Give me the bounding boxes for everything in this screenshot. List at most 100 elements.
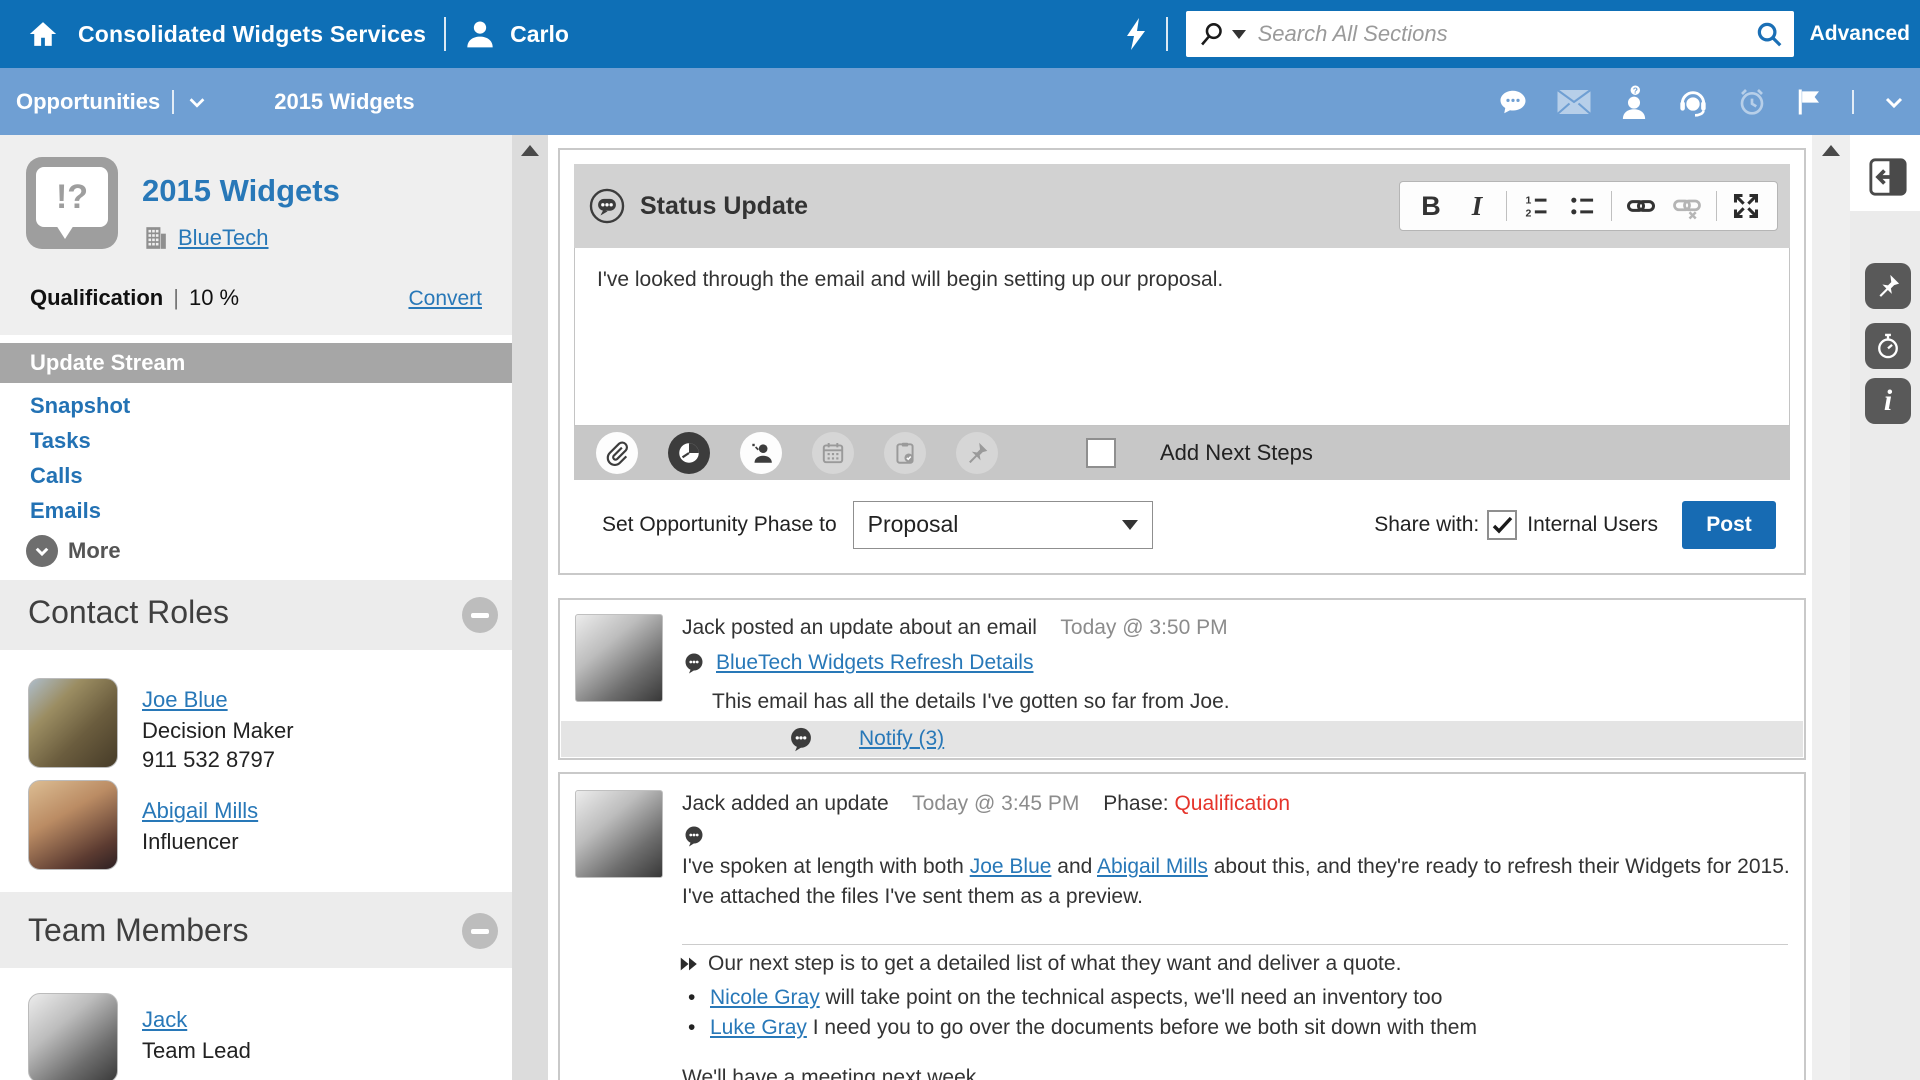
member-link-luke-gray[interactable]: Luke Gray [710, 1016, 807, 1039]
contact-phone: 911 532 8797 [142, 747, 275, 773]
phase-percent: 10 % [189, 285, 239, 311]
chevron-down-icon[interactable] [1882, 90, 1906, 114]
home-icon[interactable] [28, 19, 58, 49]
module-menu[interactable]: Opportunities [16, 89, 160, 115]
app-title: Consolidated Widgets Services [78, 21, 426, 48]
advanced-search-link[interactable]: Advanced [1810, 22, 1910, 46]
team-members-title: Team Members [28, 912, 249, 949]
opportunity-logo-icon: !? [26, 157, 118, 249]
sidebar-item-snapshot[interactable]: Snapshot [30, 393, 130, 419]
user-icon[interactable] [464, 18, 496, 50]
status-update-input[interactable]: I've looked through the email and will b… [574, 248, 1790, 426]
user-name[interactable]: Carlo [510, 21, 569, 48]
stream-entry-email-update: Jack posted an update about an email Tod… [558, 598, 1806, 760]
caret-down-icon [1122, 520, 1138, 530]
add-next-steps-label: Add Next Steps [1160, 440, 1313, 466]
avatar-abigail-mills[interactable] [28, 780, 118, 870]
sidebar-item-calls[interactable]: Calls [30, 463, 83, 489]
entry-headline: Jack added an update Today @ 3:45 PM Pha… [682, 792, 1290, 816]
calendar-icon[interactable] [812, 432, 854, 474]
divider [1166, 17, 1168, 51]
caret-down-icon[interactable] [1232, 30, 1246, 39]
contact-link-joe-blue[interactable]: Joe Blue [142, 687, 228, 713]
pushpin-icon[interactable] [956, 432, 998, 474]
avatar-joe-blue[interactable] [28, 678, 118, 768]
avatar-jack[interactable] [28, 993, 118, 1080]
collapse-panel-icon[interactable] [1861, 150, 1915, 204]
stream-entry-added-update: Jack added an update Today @ 3:45 PM Pha… [558, 772, 1806, 1080]
entry-more-text: We'll have a meeting next week [682, 1066, 976, 1080]
record-sidebar: !? 2015 Widgets BlueTech Qualification |… [0, 135, 512, 1080]
update-stream-main: Status Update B I 12 [548, 135, 1812, 1080]
contact-role: Influencer [142, 829, 239, 855]
clock-icon[interactable] [668, 432, 710, 474]
modulebar-icons: ? [1496, 85, 1920, 119]
avatar-jack[interactable] [575, 790, 663, 878]
alarm-clock-icon[interactable] [1736, 86, 1768, 118]
divider [682, 944, 1788, 945]
italic-button[interactable]: I [1454, 186, 1500, 226]
contact-roles-section-header: Contact Roles [0, 580, 512, 650]
module-chevron-down-icon[interactable] [186, 91, 208, 113]
team-members-section-header: Team Members [0, 892, 512, 968]
member-role: Team Lead [142, 1038, 251, 1064]
search-icon[interactable] [1754, 19, 1784, 49]
attachment-toolbar: Add Next Steps [574, 426, 1790, 480]
add-next-steps-checkbox[interactable] [1086, 438, 1116, 468]
account-link[interactable]: BlueTech [178, 225, 269, 251]
collapse-contact-roles-button[interactable] [462, 597, 498, 633]
unlink-icon[interactable] [1664, 186, 1710, 226]
logo-glyph: !? [36, 167, 108, 227]
member-link-jack[interactable]: Jack [142, 1007, 187, 1033]
chat-bubble-icon [787, 725, 815, 753]
link-icon[interactable] [1618, 186, 1664, 226]
next-step-row: Our next step is to get a detailed list … [678, 952, 1401, 976]
contact-link-abigail-mills[interactable]: Abigail Mills [142, 798, 258, 824]
phase-select[interactable]: Proposal [853, 501, 1153, 549]
bold-button[interactable]: B [1408, 186, 1454, 226]
task-check-icon[interactable] [884, 432, 926, 474]
convert-link[interactable]: Convert [408, 287, 482, 311]
user-question-icon[interactable]: ? [1618, 85, 1650, 119]
mention-person-icon[interactable] [740, 432, 782, 474]
record-header: !? 2015 Widgets BlueTech Qualification |… [0, 135, 512, 335]
scroll-up-icon[interactable] [1822, 145, 1840, 156]
search-box [1186, 11, 1794, 57]
sidebar-item-more[interactable]: More [26, 535, 121, 567]
bullet-list-icon[interactable] [1559, 186, 1605, 226]
avatar-jack[interactable] [575, 614, 663, 702]
search-scope-icon[interactable] [1198, 20, 1226, 48]
sidebar-item-emails[interactable]: Emails [30, 498, 101, 524]
envelope-icon[interactable] [1556, 88, 1592, 116]
email-record-link[interactable]: BlueTech Widgets Refresh Details [716, 651, 1033, 675]
composer-title: Status Update [640, 192, 808, 221]
sidebar-item-tasks[interactable]: Tasks [30, 428, 91, 454]
scroll-up-icon[interactable] [521, 145, 539, 156]
search-input[interactable] [1256, 20, 1754, 48]
top-bar: Consolidated Widgets Services Carlo Adva… [0, 0, 1920, 68]
divider [444, 17, 446, 51]
member-link-nicole-gray[interactable]: Nicole Gray [710, 986, 820, 1009]
expand-icon[interactable] [1723, 186, 1769, 226]
notify-link[interactable]: Notify (3) [859, 727, 944, 751]
flag-icon[interactable] [1794, 86, 1824, 118]
stopwatch-icon[interactable] [1865, 323, 1911, 369]
pin-icon[interactable] [1865, 263, 1911, 309]
headset-icon[interactable] [1676, 86, 1710, 118]
contact-link-abigail-mills[interactable]: Abigail Mills [1097, 855, 1208, 878]
svg-text:2: 2 [1526, 208, 1532, 220]
sidebar-item-update-stream[interactable]: Update Stream [0, 343, 512, 383]
lightning-icon[interactable] [1124, 17, 1148, 51]
main-scrollbar[interactable] [1812, 135, 1850, 1080]
collapse-team-members-button[interactable] [462, 913, 498, 949]
svg-text:1: 1 [1526, 195, 1532, 207]
sidebar-scrollbar[interactable] [512, 135, 548, 1080]
post-button[interactable]: Post [1682, 501, 1776, 549]
chat-bubble-icon[interactable] [1496, 87, 1530, 117]
contact-link-joe-blue[interactable]: Joe Blue [970, 855, 1052, 878]
app-window: Consolidated Widgets Services Carlo Adva… [0, 0, 1920, 1080]
paperclip-icon[interactable] [596, 432, 638, 474]
internal-users-checkbox[interactable] [1487, 510, 1517, 540]
info-icon[interactable]: i [1865, 378, 1911, 424]
ordered-list-icon[interactable]: 12 [1513, 186, 1559, 226]
